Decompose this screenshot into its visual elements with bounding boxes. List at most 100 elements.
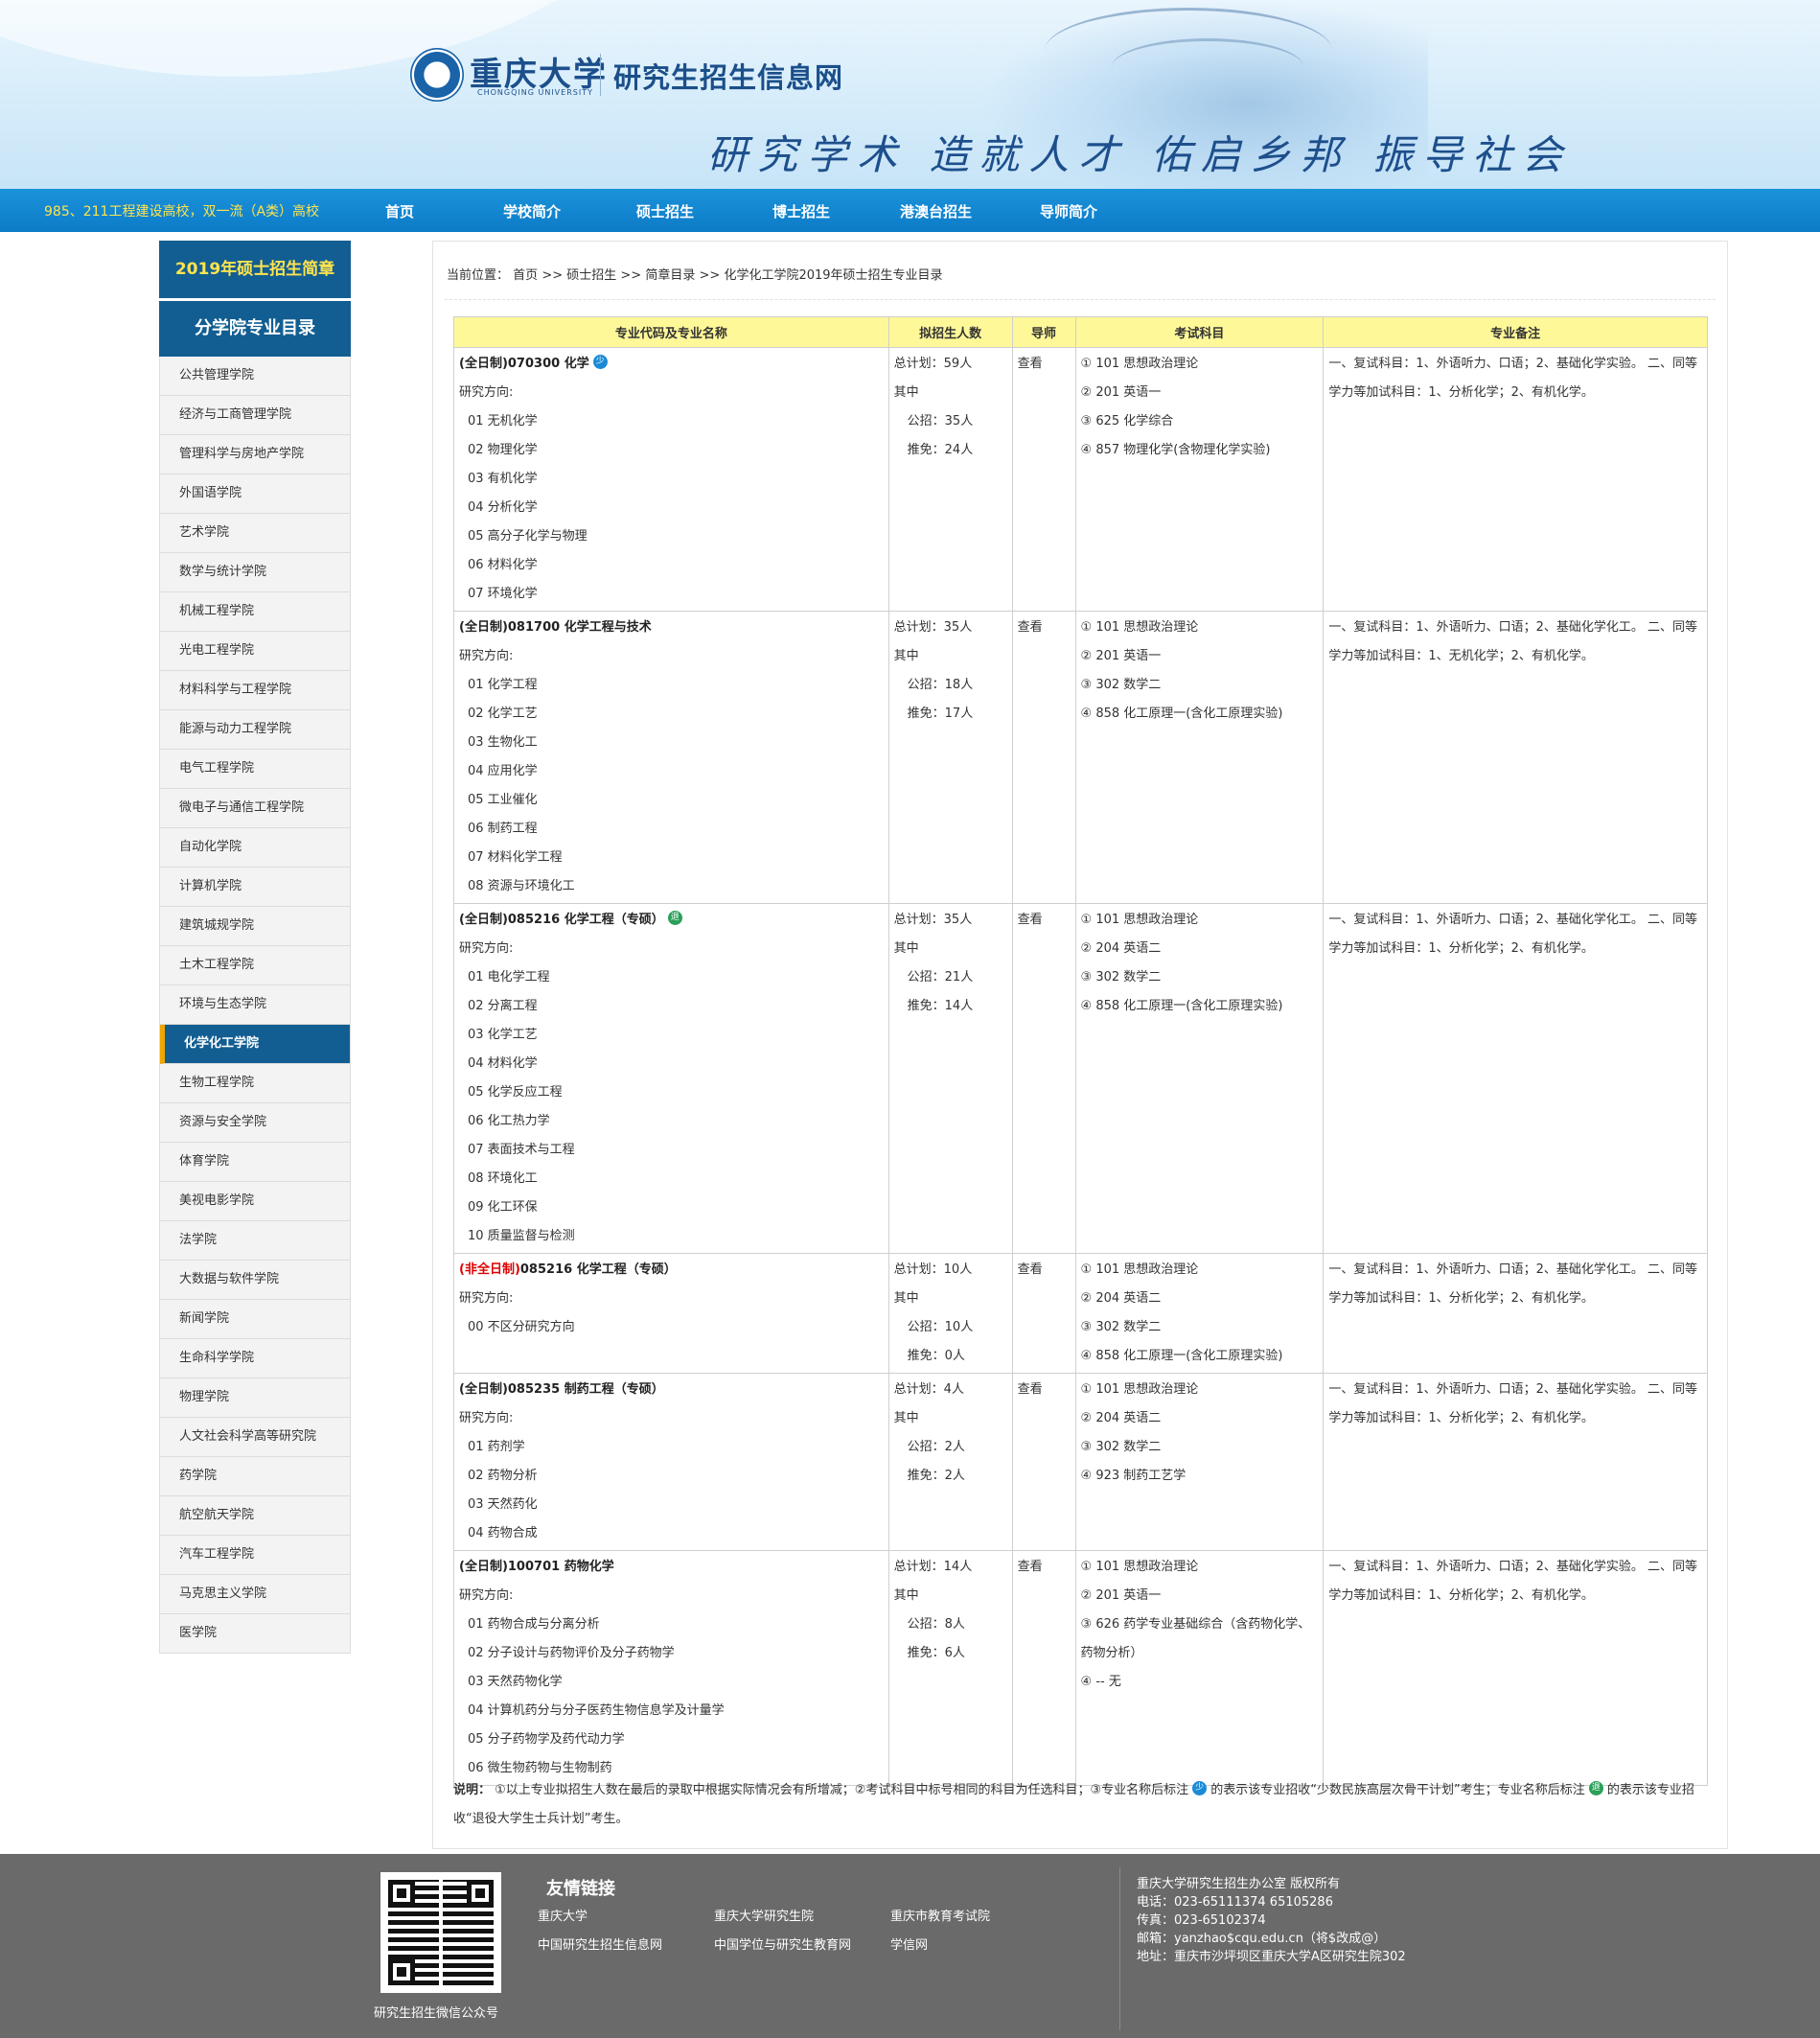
nav-master-admission[interactable]: 硕士招生 <box>636 201 694 221</box>
subject-name: 101 思想政治理论 <box>1095 1262 1199 1277</box>
major-title[interactable]: (全日制)070300 化学少 <box>459 350 884 379</box>
major-remark: 一、复试科目：1、外语听力、口语；2、基础化学化工。 二、同等学力等加试科目：1… <box>1328 1262 1697 1306</box>
breadcrumb-catalog[interactable]: 简章目录 <box>645 268 695 283</box>
sidebar-college-item[interactable]: 药学院 <box>160 1457 350 1496</box>
sidebar-college-item[interactable]: 土木工程学院 <box>160 946 350 985</box>
site-header: 重庆大学 CHONGQING UNIVERSITY 研究生招生信息网 研究学术 … <box>0 0 1820 189</box>
breadcrumb-master[interactable]: 硕士招生 <box>566 268 616 283</box>
breadcrumb-home[interactable]: 首页 <box>513 268 538 283</box>
sidebar-college-item[interactable]: 建筑城规学院 <box>160 907 350 946</box>
nav-home[interactable]: 首页 <box>385 201 414 221</box>
sidebar-college-item[interactable]: 生物工程学院 <box>160 1064 350 1103</box>
sidebar-college-item[interactable]: 资源与安全学院 <box>160 1103 350 1143</box>
sidebar-college-item[interactable]: 自动化学院 <box>160 828 350 868</box>
sidebar-college-item[interactable]: 艺术学院 <box>160 514 350 553</box>
major-title[interactable]: (全日制)085216 化学工程（专硕）退 <box>459 906 884 935</box>
view-tutor-link[interactable]: 查看 <box>1018 620 1043 635</box>
direction-label: 研究方向: <box>459 941 514 956</box>
exam-subjects-cell: ① 101 思想政治理论 ② 201 英语一 ③ 302 数学二 ④ 858 化工原理… <box>1074 611 1325 904</box>
research-direction: 01 药物合成与分离分析 <box>468 1617 600 1632</box>
quota-total: 总计划：59人 <box>893 357 973 371</box>
sidebar-college-item[interactable]: 医学院 <box>160 1614 350 1654</box>
tutor-cell: 查看 <box>1011 611 1076 904</box>
university-motto: 研究学术 造就人才 佑启乡邦 振导社会 <box>707 131 1573 178</box>
direction-label: 研究方向: <box>459 1588 514 1603</box>
sidebar-college-item[interactable]: 材料科学与工程学院 <box>160 671 350 710</box>
view-tutor-link[interactable]: 查看 <box>1018 913 1043 927</box>
nav-phd-admission[interactable]: 博士招生 <box>772 201 830 221</box>
sidebar-title[interactable]: 2019年硕士招生简章 <box>159 241 351 298</box>
sidebar-college-item[interactable]: 法学院 <box>160 1221 350 1261</box>
subject-number-icon: ① <box>1080 620 1093 635</box>
sidebar-college-item[interactable]: 微电子与通信工程学院 <box>160 789 350 828</box>
view-tutor-link[interactable]: 查看 <box>1018 1382 1043 1397</box>
subject-number-icon: ③ <box>1080 414 1093 428</box>
nav-supervisor-intro[interactable]: 导师简介 <box>1040 201 1097 221</box>
university-seal-logo[interactable] <box>410 48 464 102</box>
sidebar-college-item[interactable]: 管理科学与房地产学院 <box>160 435 350 475</box>
research-direction: 03 生物化工 <box>468 735 538 750</box>
quota-public: 公招：10人 <box>907 1320 974 1334</box>
major-title[interactable]: (非全日制)085216 化学工程（专硕） <box>459 1256 884 1285</box>
footer-link-cq-exam[interactable]: 重庆市教育考试院 <box>890 1906 990 1924</box>
quota-cell: 总计划：10人 其中 公招：10人 推免：0人 <box>887 1253 1013 1374</box>
sidebar-college-item[interactable]: 大数据与软件学院 <box>160 1261 350 1300</box>
header-roof-decoration <box>1112 38 1303 96</box>
major-title[interactable]: (全日制)081700 化学工程与技术 <box>459 614 884 642</box>
sidebar-college-item[interactable]: 航空航天学院 <box>160 1496 350 1536</box>
research-direction: 04 应用化学 <box>468 764 538 778</box>
exam-subject: ④ 923 制药工艺学 <box>1081 1462 1319 1491</box>
sidebar-college-item[interactable]: 生命科学学院 <box>160 1339 350 1378</box>
nav-school-intro[interactable]: 学校简介 <box>503 201 561 221</box>
view-tutor-link[interactable]: 查看 <box>1018 1262 1043 1277</box>
sidebar-college-item[interactable]: 物理学院 <box>160 1378 350 1418</box>
sidebar-college-item[interactable]: 数学与统计学院 <box>160 553 350 592</box>
quota-total: 总计划：10人 <box>893 1262 973 1277</box>
nav-hk-macau-taiwan[interactable]: 港澳台招生 <box>900 201 972 221</box>
sidebar-college-item[interactable]: 机械工程学院 <box>160 592 350 632</box>
footer-link-cdgdc[interactable]: 中国学位与研究生教育网 <box>714 1934 851 1953</box>
quota-cell: 总计划：4人 其中 公招：2人 推免：2人 <box>887 1373 1013 1551</box>
sidebar-college-item[interactable]: 经济与工商管理学院 <box>160 396 350 435</box>
sidebar-college-item[interactable]: 环境与生态学院 <box>160 985 350 1025</box>
footer-link-cqu-graduate[interactable]: 重庆大学研究生院 <box>714 1906 814 1924</box>
sidebar-college-item[interactable]: 汽车工程学院 <box>160 1536 350 1575</box>
subject-name: 625 化学综合 <box>1095 414 1174 428</box>
footer-divider <box>1119 1867 1120 2030</box>
quota-sub-label: 其中 <box>893 1588 919 1603</box>
sidebar-college-item[interactable]: 外国语学院 <box>160 475 350 514</box>
sidebar-college-item[interactable]: 电气工程学院 <box>160 750 350 789</box>
exam-subject: ④ 857 物理化学(含物理化学实验) <box>1081 436 1319 465</box>
major-title[interactable]: (全日制)100701 药物化学 <box>459 1553 884 1582</box>
sidebar-college-item[interactable]: 公共管理学院 <box>160 357 350 396</box>
sidebar-college-item[interactable]: 光电工程学院 <box>160 632 350 671</box>
footer-link-cqu[interactable]: 重庆大学 <box>538 1906 587 1924</box>
sidebar-college-item[interactable]: 马克思主义学院 <box>160 1575 350 1614</box>
quota-sub-label: 其中 <box>893 385 919 400</box>
logo-divider <box>600 54 601 96</box>
sidebar-college-item[interactable]: 能源与动力工程学院 <box>160 710 350 750</box>
subject-number-icon: ④ <box>1080 1675 1093 1689</box>
research-direction: 07 材料化学工程 <box>468 850 563 865</box>
exam-subject: ③ 302 数学二 <box>1081 1313 1319 1342</box>
sidebar-college-item[interactable]: 人文社会科学高等研究院 <box>160 1418 350 1457</box>
subject-number-icon: ④ <box>1080 443 1093 457</box>
sidebar-college-item[interactable]: 美视电影学院 <box>160 1182 350 1221</box>
footer-link-chsi-yz[interactable]: 中国研究生招生信息网 <box>538 1934 662 1953</box>
sidebar-college-item[interactable]: 化学化工学院 <box>160 1025 350 1064</box>
sidebar-college-item[interactable]: 计算机学院 <box>160 868 350 907</box>
site-title[interactable]: 研究生招生信息网 <box>613 56 843 96</box>
footer-link-chsi[interactable]: 学信网 <box>890 1934 928 1953</box>
direction-label: 研究方向: <box>459 1291 514 1306</box>
breadcrumb: 当前位置： 首页 >> 硕士招生 >> 简章目录 >> 化学化工学院2019年硕… <box>447 265 943 283</box>
table-row: (全日制)081700 化学工程与技术 研究方向: 01 化学工程 02 化学工艺 03… <box>453 611 1708 904</box>
sidebar-college-item[interactable]: 新闻学院 <box>160 1300 350 1339</box>
major-title[interactable]: (全日制)085235 制药工程（专硕） <box>459 1376 884 1404</box>
sidebar-college-item[interactable]: 体育学院 <box>160 1143 350 1182</box>
subject-number-icon: ③ <box>1080 1440 1093 1454</box>
view-tutor-link[interactable]: 查看 <box>1018 1560 1043 1574</box>
exam-subject: ④ 858 化工原理一(含化工原理实验) <box>1081 1342 1319 1371</box>
nav-tagline: 985、211工程建设高校，双一流（A类）高校 <box>44 204 320 220</box>
table-row: (全日制)070300 化学少研究方向: 01 无机化学 02 物理化学 03 有机化… <box>453 347 1708 612</box>
view-tutor-link[interactable]: 查看 <box>1018 357 1043 371</box>
